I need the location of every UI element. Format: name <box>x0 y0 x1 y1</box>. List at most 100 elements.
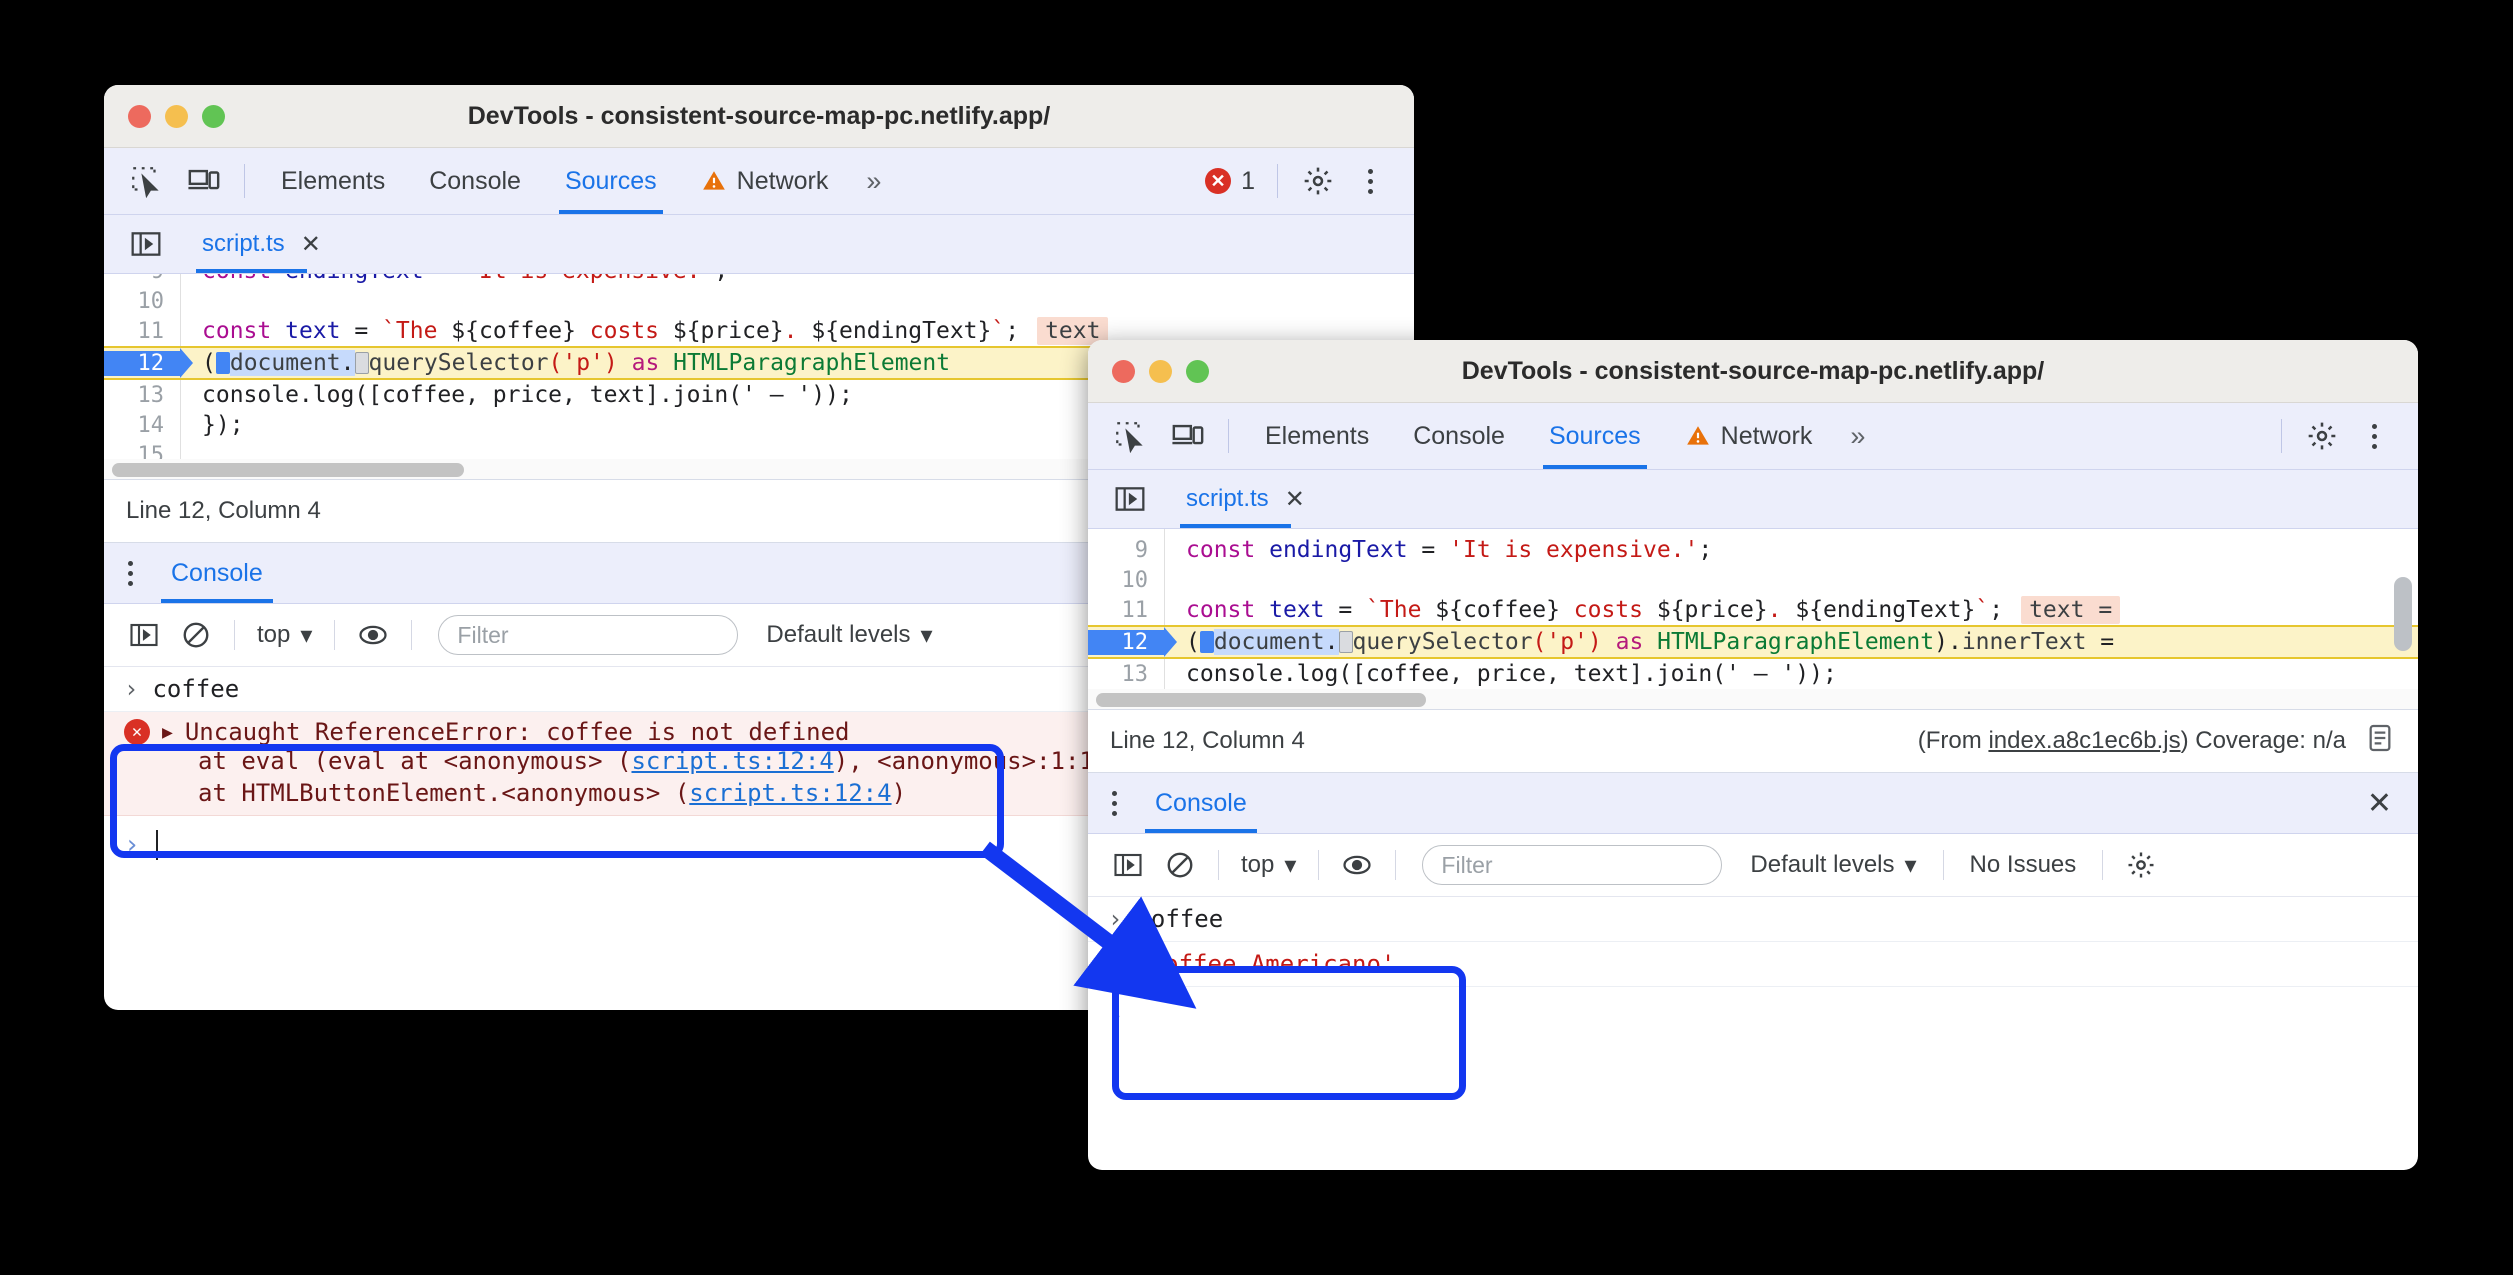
file-tab-script-ts[interactable]: script.ts ✕ <box>182 215 341 273</box>
tab-label: Sources <box>564 166 657 195</box>
tab-sources[interactable]: Sources <box>543 148 679 214</box>
window-titlebar[interactable]: DevTools - consistent-source-map-pc.netl… <box>104 85 1414 148</box>
console-toolbar[interactable]: top ▾ Filter Default levels ▾ No Issues <box>1088 834 2418 897</box>
line-number: 14 <box>137 412 165 438</box>
inspect-element-icon[interactable] <box>120 155 172 207</box>
kebab-icon[interactable] <box>2348 410 2400 462</box>
source-file-tabstrip[interactable]: script.ts ✕ <box>1088 470 2418 529</box>
gear-icon[interactable] <box>1292 155 1344 207</box>
tab-network[interactable]: Network <box>1663 403 1835 469</box>
code-line[interactable]: 9 const endingText = 'It is expensive.'; <box>104 274 1414 286</box>
tab-elements[interactable]: Elements <box>1243 403 1391 469</box>
tab-console[interactable]: Console <box>1391 403 1527 469</box>
window-titlebar[interactable]: DevTools - consistent-source-map-pc.netl… <box>1088 340 2418 403</box>
drawer-tab-console[interactable]: Console <box>155 543 279 603</box>
line-number-current: 12 <box>104 350 180 376</box>
live-expression-icon[interactable] <box>347 609 399 661</box>
close-icon[interactable]: ✕ <box>301 230 321 259</box>
source-origin-link[interactable]: index.a8c1ec6b.js <box>1988 727 2180 754</box>
inline-chip-icon[interactable] <box>1338 631 1353 653</box>
error-count-badge[interactable]: ✕ 1 <box>1205 167 1255 196</box>
console-drawer-header[interactable]: Console ✕ <box>1088 773 2418 834</box>
minimize-window-button[interactable] <box>165 104 188 128</box>
log-levels-selector[interactable]: Default levels ▾ <box>1736 851 1930 880</box>
close-window-button[interactable] <box>128 104 151 128</box>
stack-link[interactable]: script.ts:12:4 <box>631 747 833 775</box>
log-levels-selector[interactable]: Default levels ▾ <box>752 621 946 650</box>
cursor-position-label: Line 12, Column 4 <box>126 497 321 524</box>
code-line[interactable]: 10 <box>104 286 1414 316</box>
editor-horizontal-scrollbar[interactable] <box>1088 689 2418 709</box>
source-origin-label: (From index.a8c1ec6b.js) Coverage: n/a <box>1917 727 2346 754</box>
filter-input[interactable]: Filter <box>438 615 739 655</box>
devtools-main-toolbar[interactable]: Elements Console Sources Network » <box>1088 403 2418 470</box>
window-title: DevTools - consistent-source-map-pc.netl… <box>1461 356 2045 385</box>
more-tabs-icon[interactable]: » <box>850 166 897 197</box>
tab-label: Elements <box>1265 421 1370 450</box>
file-tab-label: script.ts <box>1186 485 1269 512</box>
close-icon[interactable]: ✕ <box>1285 485 1305 514</box>
tab-elements[interactable]: Elements <box>259 148 407 214</box>
gear-icon[interactable] <box>2296 410 2348 462</box>
traffic-lights[interactable] <box>128 104 225 128</box>
toggle-sidebar-icon[interactable] <box>118 609 170 661</box>
warning-triangle-icon <box>702 171 725 190</box>
clear-console-icon[interactable] <box>170 609 222 661</box>
show-navigator-icon[interactable] <box>120 218 172 270</box>
code-line[interactable]: 13 console.log([coffee, price, text].joi… <box>1088 659 2418 689</box>
console-settings-gear-icon[interactable] <box>2115 839 2167 891</box>
code-line[interactable]: 10 <box>1088 565 2418 595</box>
device-toolbar-icon[interactable] <box>1162 410 1214 462</box>
drawer-tab-console[interactable]: Console <box>1139 773 1263 833</box>
drawer-kebab-icon[interactable] <box>128 560 133 586</box>
context-selector[interactable]: top ▾ <box>247 621 322 650</box>
traffic-lights[interactable] <box>1112 359 1209 383</box>
drawer-kebab-icon[interactable] <box>1112 790 1117 816</box>
editor-vertical-scrollbar[interactable] <box>2394 577 2412 651</box>
line-number-current: 12 <box>1088 629 1164 655</box>
more-tabs-icon[interactable]: » <box>1834 421 1881 452</box>
live-expression-icon[interactable] <box>1331 839 1383 891</box>
tab-console[interactable]: Console <box>407 148 543 214</box>
breakpoint-chip-icon[interactable] <box>1199 631 1214 653</box>
tab-label: Elements <box>281 166 386 195</box>
kebab-icon[interactable] <box>1344 155 1396 207</box>
close-drawer-icon[interactable]: ✕ <box>2367 786 2392 821</box>
inline-chip-icon[interactable] <box>354 352 369 374</box>
line-number: 11 <box>1121 597 1149 623</box>
pretty-print-icon[interactable] <box>2364 722 2396 761</box>
issues-status-label[interactable]: No Issues <box>1956 851 2091 879</box>
code-editor[interactable]: 9 const endingText = 'It is expensive.';… <box>1088 529 2418 689</box>
show-navigator-icon[interactable] <box>1104 473 1156 525</box>
chevron-down-icon: ▾ <box>1284 851 1297 879</box>
expand-triangle-icon[interactable]: ▶ <box>162 722 173 743</box>
stack-link[interactable]: script.ts:12:4 <box>689 779 891 807</box>
maximize-window-button[interactable] <box>202 104 225 128</box>
file-tab-script-ts[interactable]: script.ts ✕ <box>1166 470 1325 528</box>
panel-tabs[interactable]: Elements Console Sources Network » <box>1243 403 1881 469</box>
source-file-tabstrip[interactable]: script.ts ✕ <box>104 215 1414 274</box>
console-output[interactable]: › coffee ‹ 'Coffee Americano' › <box>1088 897 2418 1045</box>
toggle-sidebar-icon[interactable] <box>1102 839 1154 891</box>
panel-tabs[interactable]: Elements Console Sources Network » <box>259 148 897 214</box>
devtools-main-toolbar[interactable]: Elements Console Sources Network » ✕ 1 <box>104 148 1414 215</box>
tab-sources[interactable]: Sources <box>1527 403 1663 469</box>
console-expression: coffee <box>152 675 240 703</box>
maximize-window-button[interactable] <box>1186 359 1209 383</box>
code-line[interactable]: 11 const text = `The ${coffee} costs ${p… <box>1088 595 2418 625</box>
device-toolbar-icon[interactable] <box>178 155 230 207</box>
input-caret-icon: › <box>124 675 139 703</box>
close-window-button[interactable] <box>1112 359 1135 383</box>
filter-input[interactable]: Filter <box>1422 845 1723 885</box>
code-line[interactable]: 9 const endingText = 'It is expensive.'; <box>1088 535 2418 565</box>
tab-network[interactable]: Network <box>679 148 851 214</box>
code-line-current[interactable]: 12 (document. querySelector('p') as HTMLP… <box>1088 625 2418 659</box>
clear-console-icon[interactable] <box>1154 839 1206 891</box>
tab-label: Console <box>1413 421 1505 450</box>
console-prompt[interactable]: › <box>1088 987 2418 1045</box>
inspect-element-icon[interactable] <box>1104 410 1156 462</box>
devtools-window-after[interactable]: DevTools - consistent-source-map-pc.netl… <box>1088 340 2418 1170</box>
breakpoint-chip-icon[interactable] <box>215 352 230 374</box>
minimize-window-button[interactable] <box>1149 359 1172 383</box>
context-selector[interactable]: top ▾ <box>1231 851 1306 880</box>
